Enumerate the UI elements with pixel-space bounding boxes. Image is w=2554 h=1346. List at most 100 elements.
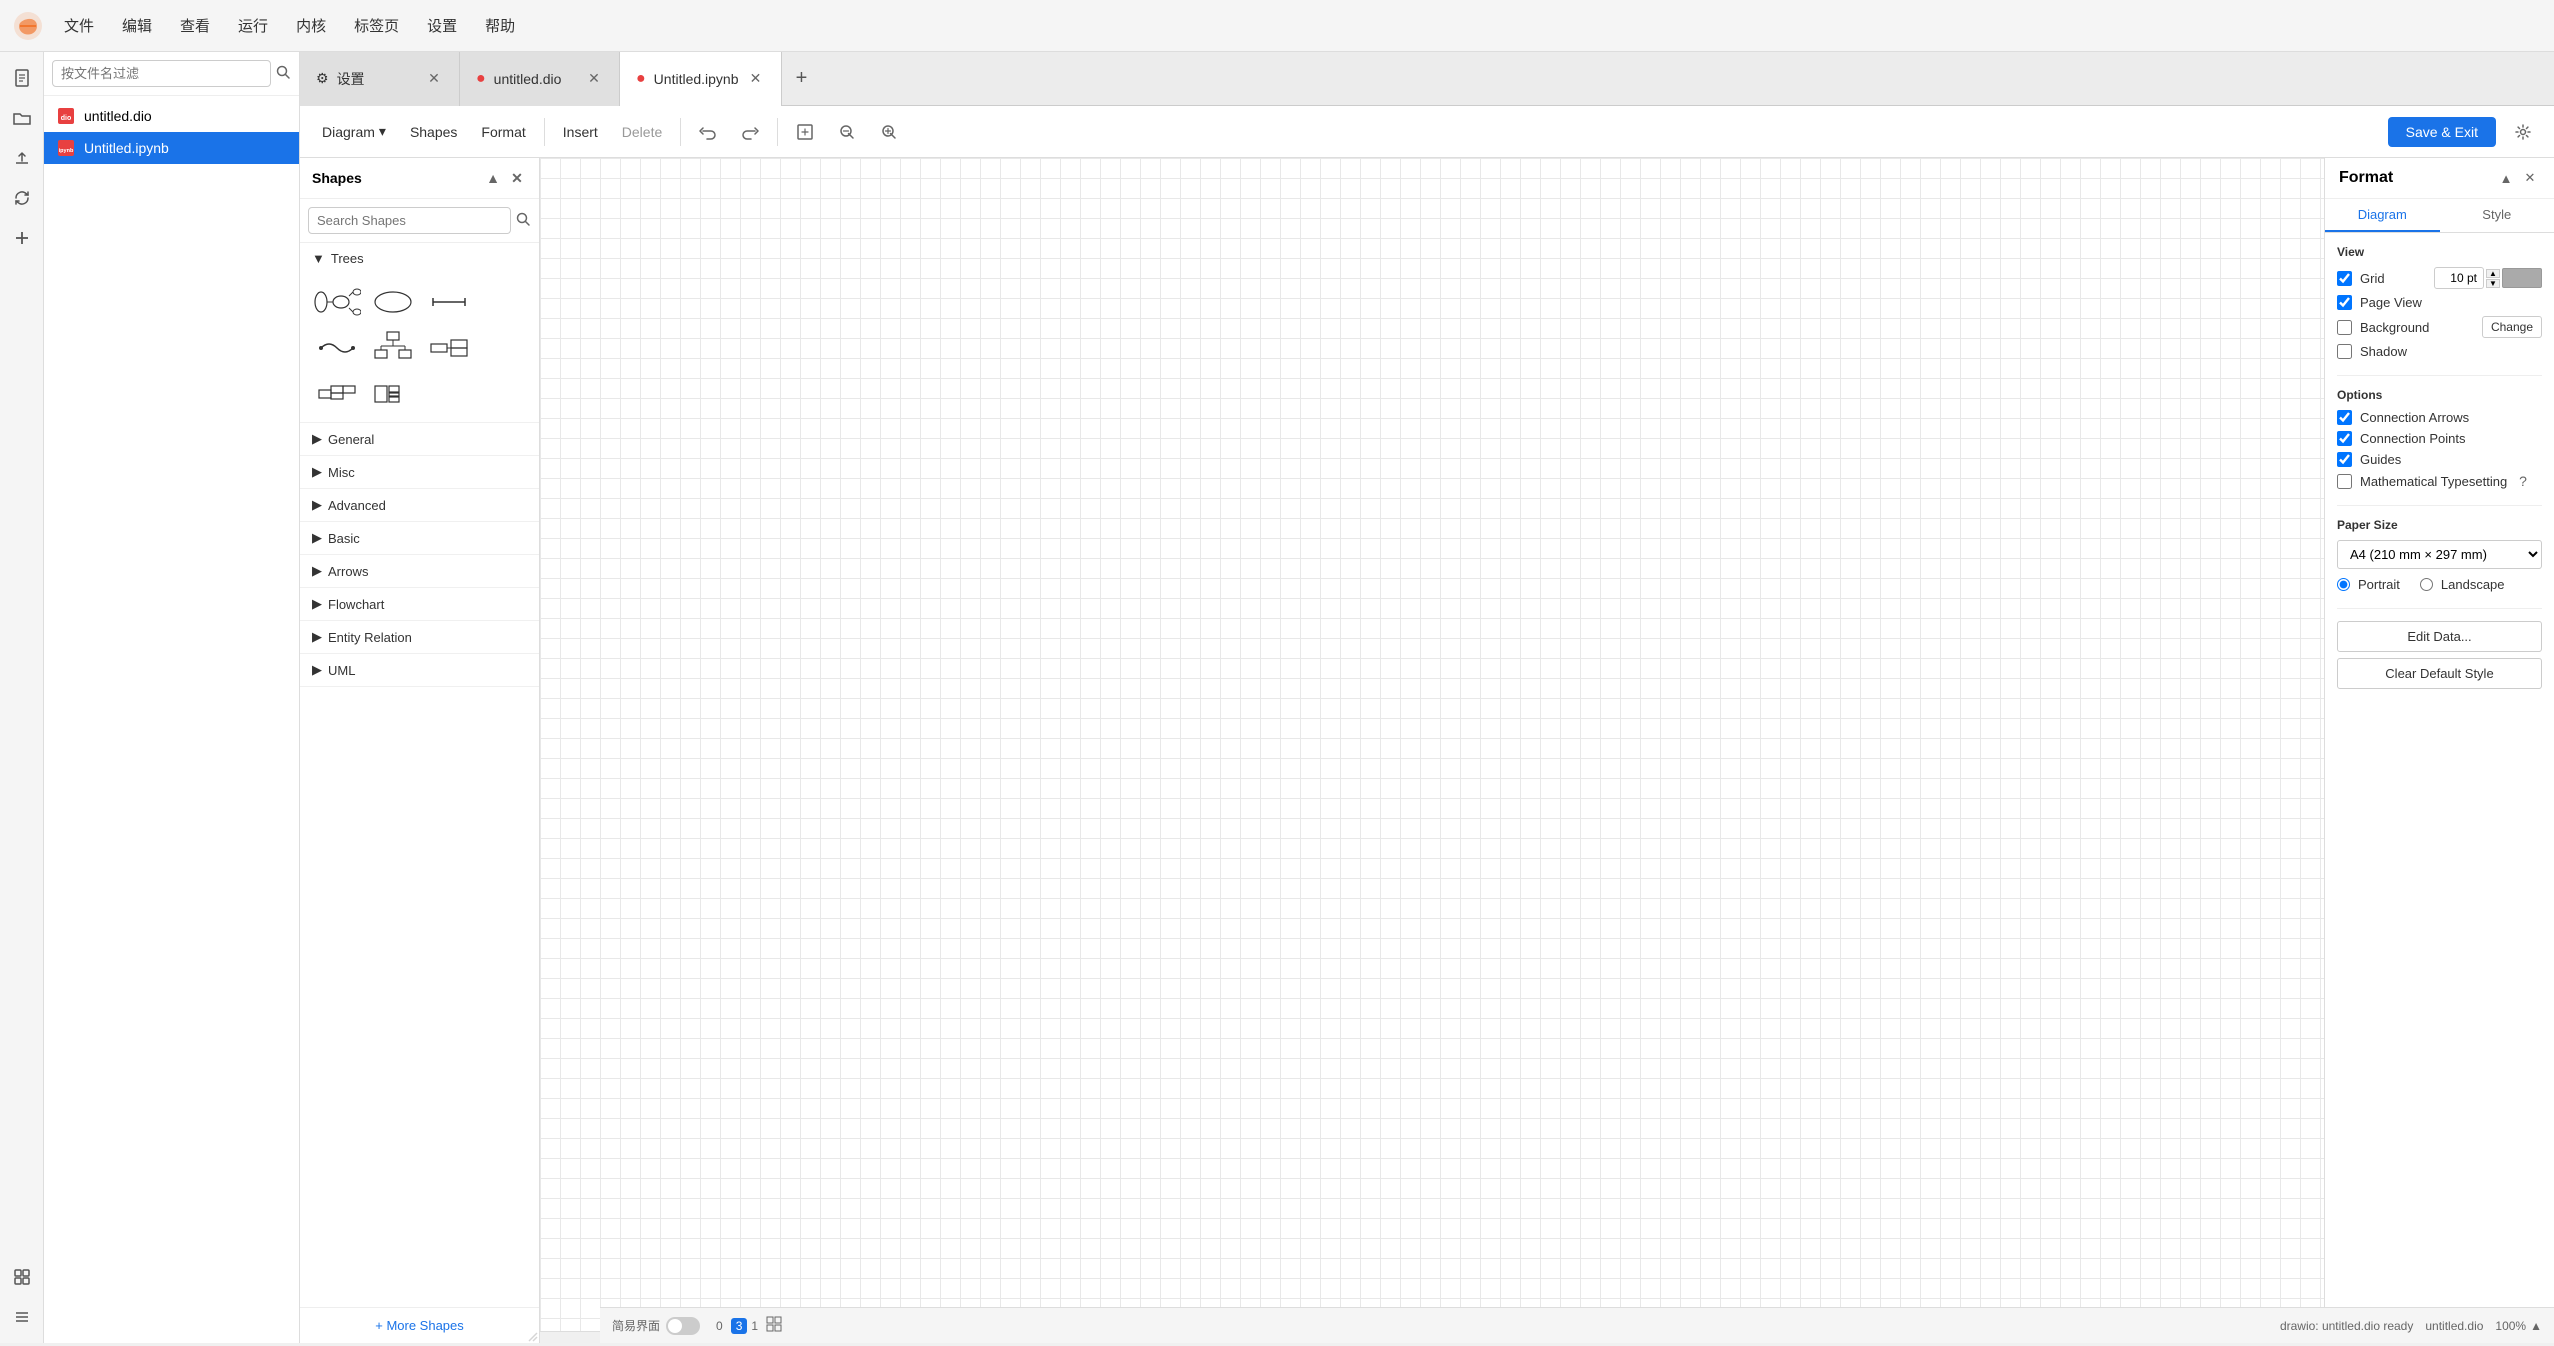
connection-arrows-checkbox[interactable] bbox=[2337, 410, 2352, 425]
grid-checkbox[interactable] bbox=[2337, 271, 2352, 286]
toggle-thumb bbox=[668, 1319, 682, 1333]
connection-arrows-label: Connection Arrows bbox=[2360, 410, 2469, 425]
entity-relation-section-header[interactable]: ▶ Entity Relation bbox=[300, 621, 539, 653]
menu-tabs[interactable]: 标签页 bbox=[342, 9, 411, 42]
page-view-row: Page View bbox=[2337, 295, 2542, 310]
canvas-area[interactable] bbox=[540, 158, 2324, 1343]
shapes-button[interactable]: Shapes bbox=[400, 119, 467, 145]
advanced-section-header[interactable]: ▶ Advanced bbox=[300, 489, 539, 521]
tree-shape-6[interactable] bbox=[424, 328, 474, 368]
undo-button[interactable] bbox=[689, 118, 727, 146]
format-close-button[interactable]: ✕ bbox=[2520, 168, 2540, 188]
menu-file[interactable]: 文件 bbox=[52, 9, 106, 42]
list-icon[interactable] bbox=[4, 1299, 40, 1335]
add-tab-icon[interactable] bbox=[4, 220, 40, 256]
ipynb-tab-icon: ● bbox=[636, 70, 646, 88]
guides-checkbox[interactable] bbox=[2337, 452, 2352, 467]
zoom-in-button[interactable] bbox=[870, 118, 908, 146]
tab-settings-close[interactable]: ✕ bbox=[425, 70, 443, 88]
menu-kernel[interactable]: 内核 bbox=[284, 9, 338, 42]
tree-shape-7[interactable] bbox=[312, 374, 362, 414]
file-search-button[interactable] bbox=[275, 64, 291, 83]
uml-section-header[interactable]: ▶ UML bbox=[300, 654, 539, 686]
format-button[interactable]: Format bbox=[471, 119, 535, 145]
clear-default-style-button[interactable]: Clear Default Style bbox=[2337, 658, 2542, 689]
shapes-search-icon[interactable] bbox=[515, 211, 531, 230]
math-typesetting-help-icon[interactable]: ? bbox=[2519, 473, 2527, 489]
menu-run[interactable]: 运行 bbox=[226, 9, 280, 42]
svg-text:dio: dio bbox=[61, 115, 72, 122]
menu-settings[interactable]: 设置 bbox=[415, 9, 469, 42]
zoom-control[interactable]: 100% ▲ bbox=[2495, 1319, 2542, 1333]
grid-value-up[interactable]: ▲ bbox=[2486, 269, 2500, 278]
grid-value-input[interactable] bbox=[2434, 267, 2484, 289]
portrait-label: Portrait bbox=[2358, 577, 2400, 592]
tree-shape-1[interactable] bbox=[312, 282, 362, 322]
trees-section-header[interactable]: ▼ Trees bbox=[300, 243, 539, 274]
connection-arrows-row: Connection Arrows bbox=[2337, 410, 2542, 425]
tab-dio-close[interactable]: ✕ bbox=[585, 70, 603, 88]
shapes-panel-resize-handle[interactable] bbox=[523, 1327, 539, 1343]
tree-shape-3[interactable] bbox=[424, 282, 474, 322]
shapes-minimize-button[interactable]: ▲ bbox=[483, 168, 503, 188]
menu-help[interactable]: 帮助 bbox=[473, 9, 527, 42]
file-search-input[interactable] bbox=[52, 60, 271, 87]
background-checkbox[interactable] bbox=[2337, 320, 2352, 335]
tree-shape-8[interactable] bbox=[368, 374, 418, 414]
shapes-search-input[interactable] bbox=[308, 207, 511, 234]
extensions-icon[interactable] bbox=[4, 1259, 40, 1295]
new-file-icon[interactable] bbox=[4, 60, 40, 96]
status-text: drawio: untitled.dio ready bbox=[2280, 1319, 2413, 1333]
insert-button[interactable]: Insert bbox=[553, 119, 608, 145]
grid-color-box[interactable] bbox=[2502, 268, 2542, 288]
general-section-header[interactable]: ▶ General bbox=[300, 423, 539, 455]
tab-ipynb-close[interactable]: ✕ bbox=[747, 70, 765, 88]
grid-value-down[interactable]: ▼ bbox=[2486, 279, 2500, 288]
portrait-radio[interactable] bbox=[2337, 578, 2350, 591]
more-shapes-button[interactable]: + More Shapes bbox=[375, 1318, 464, 1333]
shadow-checkbox[interactable] bbox=[2337, 344, 2352, 359]
tab-untitled-dio[interactable]: ● untitled.dio ✕ bbox=[460, 52, 620, 106]
format-tab-style[interactable]: Style bbox=[2440, 199, 2554, 232]
background-change-button[interactable]: Change bbox=[2482, 316, 2542, 338]
landscape-radio[interactable] bbox=[2420, 578, 2433, 591]
redo-button[interactable] bbox=[731, 118, 769, 146]
misc-label: Misc bbox=[328, 465, 355, 480]
menu-view[interactable]: 查看 bbox=[168, 9, 222, 42]
delete-button[interactable]: Delete bbox=[612, 119, 672, 145]
refresh-icon[interactable] bbox=[4, 180, 40, 216]
tab-add-button[interactable]: + bbox=[782, 52, 822, 106]
tree-shape-4[interactable] bbox=[312, 328, 362, 368]
flowchart-section-header[interactable]: ▶ Flowchart bbox=[300, 588, 539, 620]
file-item-ipynb[interactable]: ipynb Untitled.ipynb bbox=[44, 132, 299, 164]
folder-icon[interactable] bbox=[4, 100, 40, 136]
format-header: Format ▲ ✕ bbox=[2325, 158, 2554, 199]
format-minimize-button[interactable]: ▲ bbox=[2496, 168, 2516, 188]
zoom-out-button[interactable] bbox=[828, 118, 866, 146]
toggle-track[interactable] bbox=[666, 1317, 700, 1335]
upload-icon[interactable] bbox=[4, 140, 40, 176]
global-settings-button[interactable] bbox=[2504, 118, 2542, 146]
basic-section-header[interactable]: ▶ Basic bbox=[300, 522, 539, 554]
file-item-dio[interactable]: dio untitled.dio bbox=[44, 100, 299, 132]
save-exit-button[interactable]: Save & Exit bbox=[2388, 117, 2496, 147]
paper-size-select[interactable]: A4 (210 mm × 297 mm) bbox=[2337, 540, 2542, 569]
tree-shape-2[interactable] bbox=[368, 282, 418, 322]
edit-data-button[interactable]: Edit Data... bbox=[2337, 621, 2542, 652]
arrows-section-header[interactable]: ▶ Arrows bbox=[300, 555, 539, 587]
tab-untitled-ipynb[interactable]: ● Untitled.ipynb ✕ bbox=[620, 52, 782, 106]
menu-edit[interactable]: 编辑 bbox=[110, 9, 164, 42]
tree-shape-5[interactable] bbox=[368, 328, 418, 368]
tab-settings[interactable]: ⚙ 设置 ✕ bbox=[300, 52, 460, 106]
shapes-close-button[interactable]: ✕ bbox=[507, 168, 527, 188]
simple-mode-toggle[interactable]: 简易界面 bbox=[612, 1317, 700, 1335]
format-tab-diagram[interactable]: Diagram bbox=[2325, 199, 2440, 232]
fit-page-button[interactable] bbox=[786, 118, 824, 146]
math-typesetting-checkbox[interactable] bbox=[2337, 474, 2352, 489]
page-view-checkbox[interactable] bbox=[2337, 295, 2352, 310]
misc-section-header[interactable]: ▶ Misc bbox=[300, 456, 539, 488]
options-section: Options Connection Arrows Connection Poi… bbox=[2337, 388, 2542, 489]
connection-points-checkbox[interactable] bbox=[2337, 431, 2352, 446]
diagram-button[interactable]: Diagram ▾ bbox=[312, 118, 396, 145]
uml-label: UML bbox=[328, 663, 355, 678]
